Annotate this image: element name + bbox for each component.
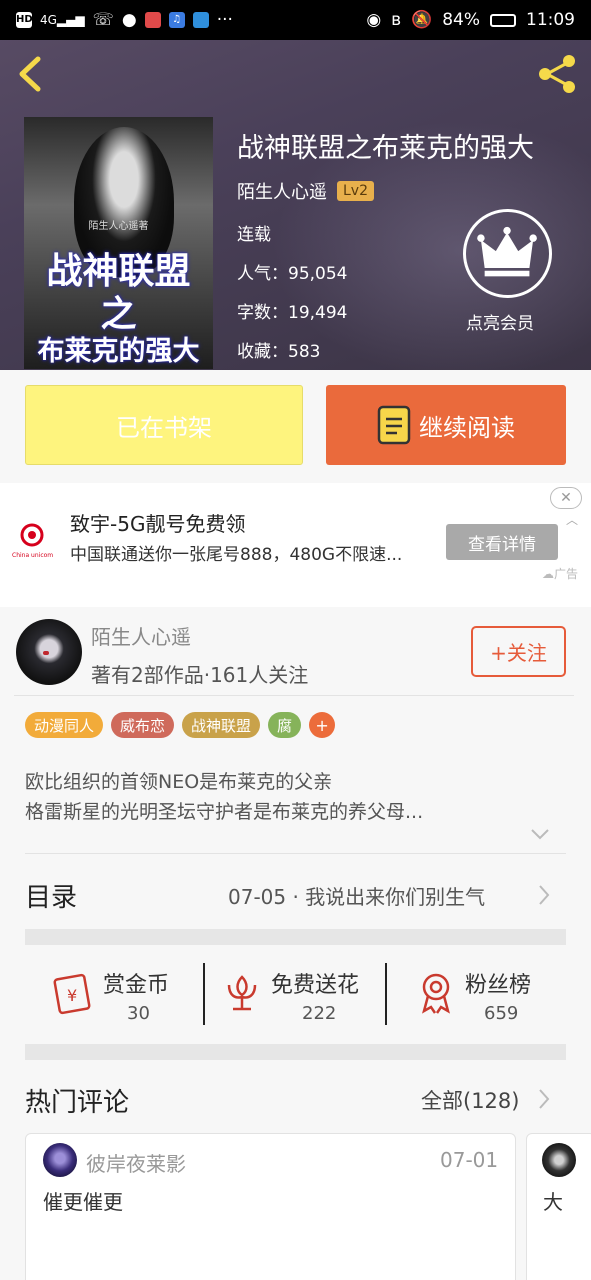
book-header: HD 4G▂▄▆ ☏ ● ♫ ··· ◉ ʙ 🔕 84% 11:09 陌生人心遥… xyxy=(0,0,591,370)
red-envelope-icon: ¥ xyxy=(53,973,91,1015)
missed-call-icon: ☏ xyxy=(92,10,114,30)
continue-reading-button[interactable]: 继续阅读 xyxy=(326,385,566,465)
ad-tag-label: 广告 xyxy=(554,567,579,581)
author-card-stats: 著有2部作品·161人关注 xyxy=(91,663,309,687)
toc-latest-chapter[interactable]: 07-05 · 我说出来你们别生气 xyxy=(228,881,485,910)
comment-card[interactable]: 大 xyxy=(526,1133,591,1280)
chevron-right-icon[interactable] xyxy=(538,1088,550,1110)
more-dots-icon: ··· xyxy=(216,10,233,30)
commenter-avatar[interactable] xyxy=(43,1143,77,1177)
divider xyxy=(14,695,574,696)
svg-text:China unicom: China unicom xyxy=(12,552,53,559)
china-unicom-logo: China unicom xyxy=(12,523,53,559)
tag-item[interactable]: 战神联盟 xyxy=(182,712,261,738)
ad-collapse-icon[interactable]: ︿ xyxy=(566,511,578,528)
medal-icon xyxy=(422,973,450,1014)
tag-item[interactable]: 腐 xyxy=(268,712,302,738)
book-detail-body: 陌生人心遥 著有2部作品·161人关注 +关注 动漫同人 威布恋 战神联盟 腐 … xyxy=(0,607,591,1280)
book-description[interactable]: 欧比组织的首领NEO是布莱克的父亲 格雷斯星的光明圣坛守护者是布莱克的养父母..… xyxy=(25,767,423,827)
description-line: 格雷斯星的光明圣坛守护者是布莱克的养父母... xyxy=(25,801,424,823)
store-app-icon xyxy=(192,12,209,28)
divider xyxy=(25,853,566,854)
word-count: 字数：19,494 xyxy=(237,303,348,323)
stat-label: 粉丝榜 xyxy=(465,973,532,998)
status-bar: HD 4G▂▄▆ ☏ ● ♫ ··· ◉ ʙ 🔕 84% 11:09 xyxy=(0,0,591,40)
cover-author-text: 陌生人心遥著 xyxy=(88,221,149,232)
description-line: 欧比组织的首领NEO是布莱克的父亲 xyxy=(25,771,333,793)
hd-icon: HD xyxy=(16,12,33,28)
chevron-right-icon[interactable] xyxy=(538,884,550,906)
stat-label: 赏金币 xyxy=(103,973,170,998)
cover-title-line3: 布莱克的强大 xyxy=(37,336,200,367)
popularity: 人气：95,054 xyxy=(237,264,348,284)
stat-value: 30 xyxy=(127,1003,150,1024)
stat-value: 222 xyxy=(302,1003,337,1024)
commenter-avatar[interactable] xyxy=(542,1143,576,1177)
ad-title[interactable]: 致宇-5G靓号免费领 xyxy=(70,508,245,537)
app-red-icon xyxy=(144,12,161,28)
toc-label[interactable]: 目录 xyxy=(25,877,77,914)
author-name[interactable]: 陌生人心遥 xyxy=(237,178,327,204)
comment-text: 催更催更 xyxy=(43,1190,123,1214)
tag-list: 动漫同人 威布恋 战神联盟 腐 + xyxy=(25,712,336,738)
ad-tag: ☁广告 xyxy=(542,567,579,581)
battery-percent: 84% xyxy=(442,10,480,30)
ad-description[interactable]: 中国联通送你一张尾号888，480G不限速... xyxy=(70,540,402,565)
tag-item[interactable]: 威布恋 xyxy=(111,712,175,738)
crown-icon xyxy=(477,226,537,277)
ad-close-button[interactable]: ✕ xyxy=(550,487,582,509)
comment-card[interactable]: 彼岸夜莱影 07-01 催更催更 xyxy=(25,1133,516,1280)
flower-icon xyxy=(227,975,257,1011)
back-icon[interactable] xyxy=(14,54,48,94)
all-comments-link[interactable]: 全部(128) xyxy=(421,1085,519,1115)
fan-rank-stat[interactable]: 粉丝榜 659 xyxy=(389,957,566,1037)
ad-banner[interactable]: China unicom 致宇-5G靓号免费领 中国联通送你一张尾号888，48… xyxy=(0,483,591,607)
battery-icon xyxy=(490,13,516,27)
message-icon: ● xyxy=(121,10,137,30)
level-badge: Lv2 xyxy=(337,181,374,201)
clock: 11:09 xyxy=(526,10,575,30)
free-flowers-stat[interactable]: 免费送花 222 xyxy=(207,957,385,1037)
tag-item[interactable]: 动漫同人 xyxy=(25,712,104,738)
comment-text: 大 xyxy=(543,1190,563,1214)
stat-label: 免费送花 xyxy=(271,973,360,998)
continue-reading-label: 继续阅读 xyxy=(419,413,515,442)
hot-comments-label: 热门评论 xyxy=(25,1088,130,1118)
author-card-name[interactable]: 陌生人心遥 xyxy=(91,621,191,650)
more-tags-button[interactable]: + xyxy=(309,712,336,738)
author-avatar[interactable] xyxy=(16,619,82,685)
in-shelf-button[interactable]: 已在书架 xyxy=(25,385,303,465)
author-line[interactable]: 陌生人心遥 Lv2 xyxy=(237,178,374,204)
mute-icon: 🔕 xyxy=(411,10,433,30)
stat-value: 659 xyxy=(484,1003,519,1024)
follow-button[interactable]: +关注 xyxy=(471,626,566,677)
action-bar: 已在书架 继续阅读 xyxy=(0,370,591,483)
book-title: 战神联盟之布莱克的强大 xyxy=(237,133,534,164)
ad-details-button[interactable]: 查看详情 xyxy=(446,524,558,560)
stats-row: ¥ 赏金币 30 免费送花 222 粉丝榜 659 xyxy=(25,957,566,1037)
book-icon xyxy=(377,405,411,445)
stat-separator xyxy=(203,963,205,1025)
reward-coins-stat[interactable]: ¥ 赏金币 30 xyxy=(25,957,205,1037)
stat-separator xyxy=(385,963,387,1025)
commenter-name[interactable]: 彼岸夜莱影 xyxy=(86,1148,186,1177)
svg-text:¥: ¥ xyxy=(67,986,77,1005)
section-separator xyxy=(25,1044,566,1060)
vip-crown-button[interactable] xyxy=(463,209,552,298)
comment-date: 07-01 xyxy=(440,1148,499,1172)
serial-status: 连载 xyxy=(237,225,271,245)
favorites-count: 收藏：583 xyxy=(237,342,321,362)
bluetooth-icon: ʙ xyxy=(391,10,402,30)
eye-icon: ◉ xyxy=(366,10,382,30)
expand-chevron-icon[interactable] xyxy=(530,827,550,841)
section-separator xyxy=(25,929,566,945)
music-app-icon: ♫ xyxy=(168,12,185,28)
book-cover[interactable]: 陌生人心遥著 战神联盟 之 布莱克的强大 xyxy=(24,117,213,369)
4g-signal-icon: 4G▂▄▆ xyxy=(40,13,85,27)
vip-label[interactable]: 点亮会员 xyxy=(466,309,534,334)
share-icon[interactable] xyxy=(535,52,579,96)
